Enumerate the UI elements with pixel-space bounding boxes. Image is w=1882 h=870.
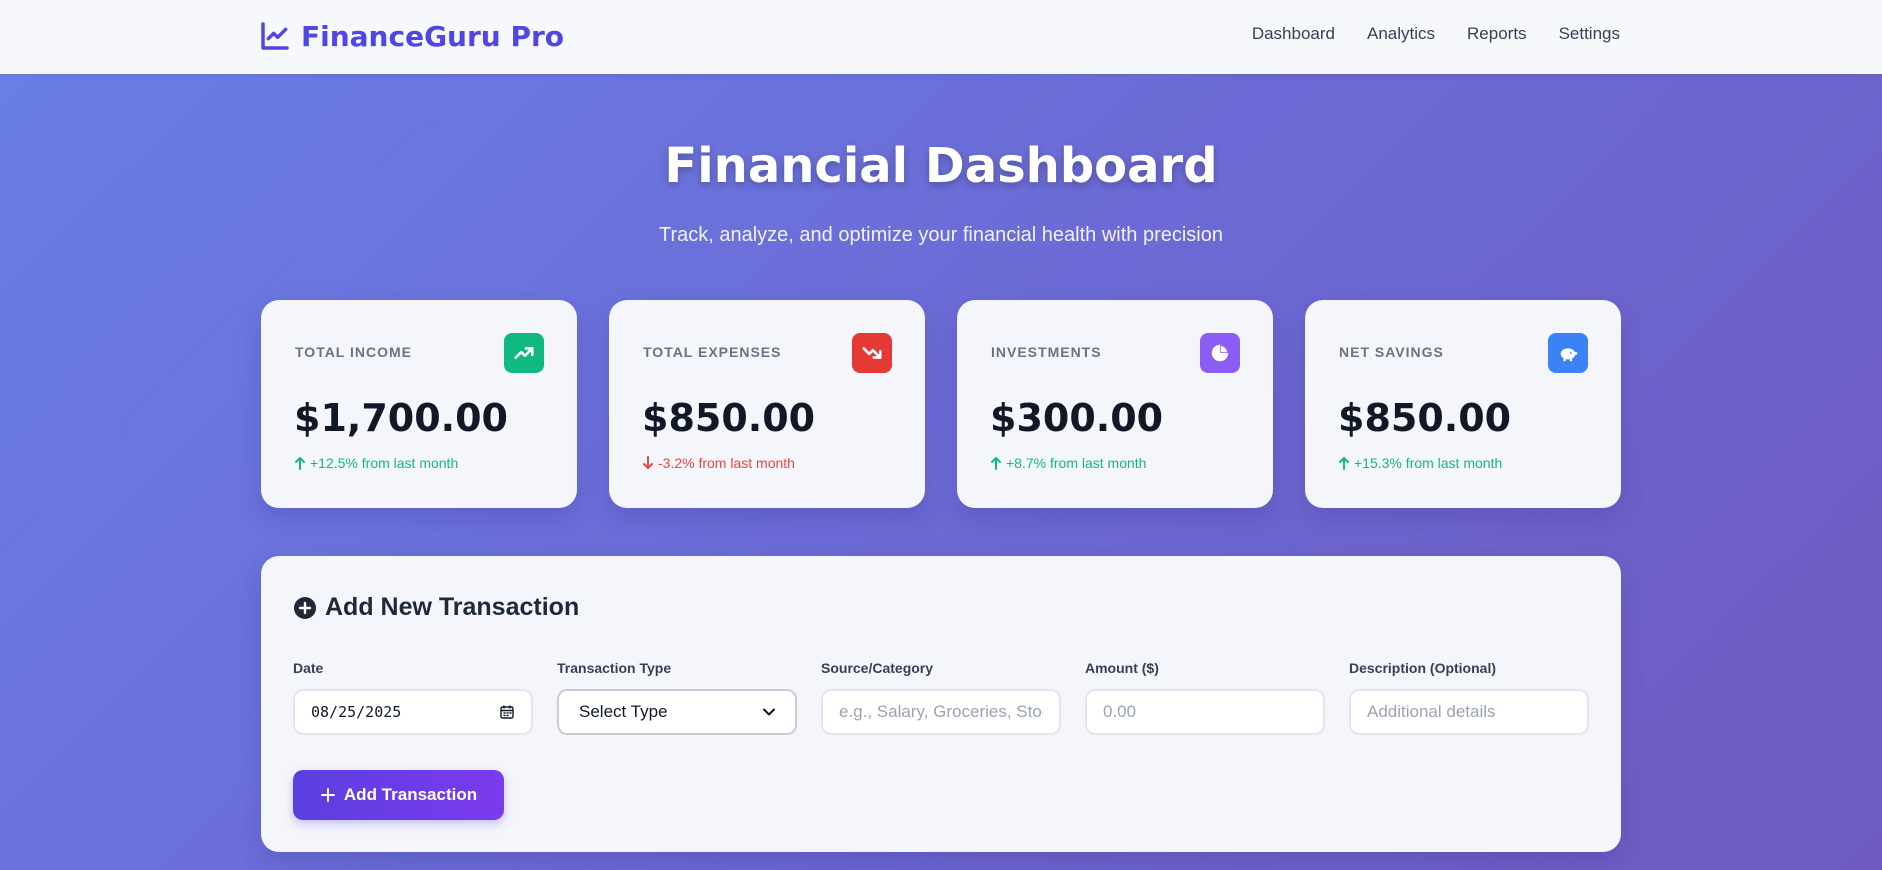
description-input[interactable]: Additional details: [1349, 689, 1589, 735]
nav-settings[interactable]: Settings: [1559, 22, 1620, 46]
add-transaction-panel: Add New Transaction Date 08/25/2025 Tran…: [261, 556, 1621, 852]
date-label: Date: [293, 660, 324, 676]
card-change: +12.5% from last month: [294, 455, 458, 471]
piggy-bank-icon: [1548, 333, 1588, 373]
card-change: +8.7% from last month: [990, 455, 1146, 471]
nav-analytics[interactable]: Analytics: [1367, 22, 1435, 46]
arrow-down-icon: [643, 456, 653, 470]
plus-icon: [320, 788, 335, 802]
brand-logo[interactable]: FinanceGuru Pro: [259, 18, 564, 54]
card-value: $1,700.00: [294, 396, 508, 440]
amount-label: Amount ($): [1085, 660, 1159, 676]
card-change-text: +12.5% from last month: [310, 455, 459, 471]
page-title: Financial Dashboard: [664, 138, 1218, 194]
source-label: Source/Category: [821, 660, 934, 676]
card-label: TOTAL EXPENSES: [643, 344, 782, 360]
amount-placeholder: 0.00: [1103, 702, 1137, 721]
card-change-text: +15.3% from last month: [1354, 455, 1503, 471]
calendar-icon[interactable]: [499, 704, 515, 720]
amount-input[interactable]: 0.00: [1085, 689, 1325, 735]
card-total-expenses: TOTAL EXPENSES $850.00 -3.2% from last m…: [609, 300, 925, 508]
amount-field-group: Amount ($) 0.00: [1085, 660, 1325, 735]
arrow-up-icon: [1339, 456, 1349, 470]
add-transaction-button[interactable]: Add Transaction: [293, 770, 504, 820]
trending-down-icon: [852, 333, 892, 373]
description-field-group: Description (Optional) Additional detail…: [1349, 660, 1589, 735]
card-total-income: TOTAL INCOME $1,700.00 +12.5% from last …: [261, 300, 577, 508]
panel-title-text: Add New Transaction: [325, 593, 580, 621]
card-value: $850.00: [1338, 396, 1512, 440]
date-input[interactable]: 08/25/2025: [293, 689, 533, 735]
main-nav: Dashboard Analytics Reports Settings: [1252, 22, 1620, 46]
stat-cards: TOTAL INCOME $1,700.00 +12.5% from last …: [261, 300, 1621, 508]
card-net-savings: NET SAVINGS $850.00 +15.3% from last mon…: [1305, 300, 1621, 508]
plus-circle-icon: [294, 596, 316, 619]
card-value: $850.00: [642, 396, 816, 440]
nav-reports[interactable]: Reports: [1467, 22, 1527, 46]
date-field-group: Date 08/25/2025: [293, 660, 533, 735]
line-chart-icon: [261, 22, 289, 50]
card-change: -3.2% from last month: [642, 455, 795, 471]
card-value: $300.00: [990, 396, 1164, 440]
panel-title: Add New Transaction: [293, 593, 579, 622]
card-change-text: -3.2% from last month: [658, 455, 795, 471]
card-change-text: +8.7% from last month: [1006, 455, 1147, 471]
description-label: Description (Optional): [1349, 660, 1496, 676]
card-label: NET SAVINGS: [1339, 344, 1444, 360]
arrow-up-icon: [991, 456, 1001, 470]
transaction-type-select[interactable]: Select Type: [557, 689, 797, 735]
pie-chart-icon: [1200, 333, 1240, 373]
source-input[interactable]: e.g., Salary, Groceries, Stock: [821, 689, 1061, 735]
card-label: INVESTMENTS: [991, 344, 1102, 360]
top-navbar: FinanceGuru Pro Dashboard Analytics Repo…: [0, 0, 1882, 74]
chevron-down-icon: [763, 708, 775, 716]
type-label: Transaction Type: [557, 660, 672, 676]
source-placeholder: e.g., Salary, Groceries, Stock: [839, 702, 1043, 721]
add-transaction-label: Add Transaction: [343, 785, 478, 804]
description-placeholder: Additional details: [1367, 702, 1496, 721]
date-value: 08/25/2025: [311, 703, 402, 721]
arrow-up-icon: [295, 456, 305, 470]
trending-up-icon: [504, 333, 544, 373]
brand-name: FinanceGuru Pro: [301, 19, 565, 53]
card-investments: INVESTMENTS $300.00 +8.7% from last mont…: [957, 300, 1273, 508]
type-selected-value: Select Type: [579, 702, 668, 721]
type-field-group: Transaction Type Select Type: [557, 660, 797, 735]
nav-dashboard[interactable]: Dashboard: [1252, 22, 1335, 46]
page-subtitle: Track, analyze, and optimize your financ…: [659, 224, 1223, 246]
card-change: +15.3% from last month: [1338, 455, 1502, 471]
source-field-group: Source/Category e.g., Salary, Groceries,…: [821, 660, 1061, 735]
card-label: TOTAL INCOME: [295, 344, 412, 360]
